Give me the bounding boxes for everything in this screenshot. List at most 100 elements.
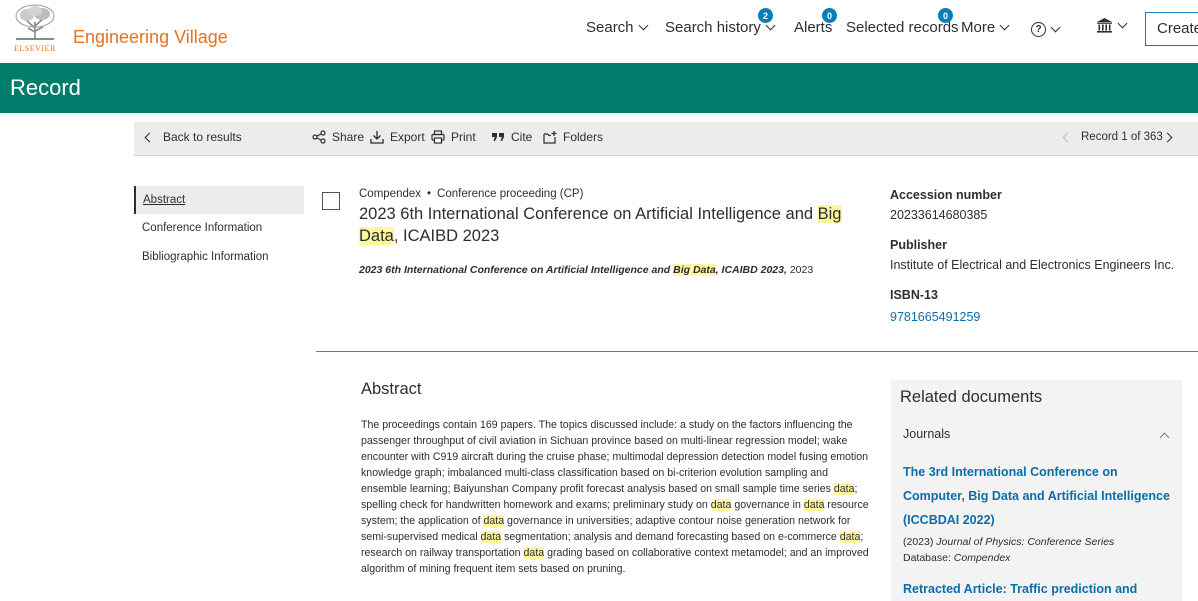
source-year: 2023 (786, 264, 814, 276)
isbn-label: ISBN-13 (890, 288, 938, 302)
sidebar-item-conference-information[interactable]: Conference Information (134, 214, 304, 242)
related-documents-panel: Related documents Journals The 3rd Inter… (891, 380, 1182, 601)
share-label: Share (332, 130, 365, 144)
journals-section-toggle[interactable]: Journals (903, 427, 950, 441)
search-term-highlight: data (480, 531, 502, 543)
abstract-segment: segmentation; analysis and demand foreca… (501, 531, 840, 543)
chevron-right-icon (1162, 132, 1173, 143)
nav-help[interactable]: ? (1031, 22, 1061, 37)
nav-search[interactable]: Search (586, 19, 648, 36)
related-document-source: Journal of Physics: Conference Series (936, 536, 1115, 548)
record-meta: Compendex • Conference proceeding (CP) (359, 188, 583, 200)
create-button[interactable]: Create (1145, 12, 1198, 46)
search-term-highlight: Data (359, 227, 394, 245)
selected-records-badge: 0 (938, 8, 953, 23)
page-title: Record (10, 75, 81, 100)
nav-search-history-label: Search history (665, 19, 761, 36)
source-title-text: , ICAIBD 2023, (715, 264, 787, 276)
nav-search-label: Search (586, 19, 634, 36)
chevron-down-icon (999, 20, 1010, 31)
print-button[interactable]: Print (431, 130, 476, 144)
related-documents-heading: Related documents (900, 388, 1043, 406)
folder-add-icon (543, 131, 557, 144)
related-document-db-label: Database: (903, 552, 951, 564)
record-banner: Record (0, 63, 1198, 113)
related-document-meta: (2023) Journal of Physics: Conference Se… (903, 534, 1114, 566)
quote-icon (492, 133, 504, 141)
institution-icon (1097, 18, 1112, 33)
search-term-highlight: data (803, 499, 825, 511)
search-term-highlight: data (710, 499, 732, 511)
back-to-results-link[interactable]: Back to results (144, 130, 242, 144)
related-document-link[interactable]: The 3rd International Conference on Comp… (903, 460, 1178, 532)
download-icon (370, 131, 384, 144)
search-history-badge: 2 (758, 8, 773, 23)
back-to-results-label: Back to results (163, 130, 242, 144)
chevron-left-icon (144, 132, 155, 142)
nav-selected-records[interactable]: Selected records 0 (846, 8, 959, 36)
abstract-text: The proceedings contain 169 papers. The … (361, 417, 873, 577)
search-term-highlight: data (839, 531, 861, 543)
previous-record-button[interactable] (1062, 132, 1073, 143)
meta-separator: • (427, 188, 432, 200)
publisher-value: Institute of Electrical and Electronics … (890, 258, 1175, 272)
related-document-db: Compendex (953, 552, 1011, 564)
nav-more[interactable]: More (961, 19, 1010, 36)
document-type: Conference proceeding (CP) (437, 188, 584, 200)
abstract-segment: governance in (731, 499, 804, 511)
chevron-left-icon (1062, 132, 1073, 143)
print-label: Print (451, 130, 476, 144)
select-record-checkbox[interactable] (322, 192, 340, 210)
related-document-year: (2023) (903, 536, 934, 548)
share-button[interactable]: Share (312, 130, 364, 144)
record-title-text: 2023 6th International Conference on Art… (359, 205, 818, 223)
elsevier-wordmark: ELSEVIER (14, 44, 56, 53)
elsevier-tree-icon (12, 4, 58, 42)
chevron-down-icon (638, 20, 648, 31)
accession-number-value: 20233614680385 (890, 208, 988, 222)
cite-button[interactable]: Cite (491, 130, 532, 144)
print-icon (431, 130, 445, 144)
sidebar-item-abstract[interactable]: Abstract (134, 186, 304, 214)
chevron-down-icon (1050, 22, 1061, 33)
isbn-link[interactable]: 9781665491259 (890, 310, 980, 324)
abstract-segment: The proceedings contain 169 papers. The … (361, 419, 869, 495)
search-term-highlight: data (523, 547, 545, 559)
folders-label: Folders (563, 130, 604, 144)
nav-search-history[interactable]: Search history 2 (665, 8, 776, 36)
export-label: Export (390, 130, 425, 144)
record-title-text: , ICAIBD 2023 (393, 227, 500, 245)
folders-button[interactable]: Folders (543, 130, 603, 144)
search-term-highlight: Big (817, 205, 842, 223)
search-term-highlight: data (483, 515, 505, 527)
record-position: Record 1 of 363 (1081, 131, 1163, 143)
source-title: 2023 6th International Conference on Art… (359, 264, 787, 276)
elsevier-logo[interactable]: ELSEVIER (12, 4, 60, 54)
related-document-link[interactable]: Retracted Article: Traffic prediction an… (903, 582, 1137, 596)
publisher-label: Publisher (890, 238, 947, 252)
search-term-highlight: Big Data (673, 264, 716, 276)
source-title-text: 2023 6th International Conference on Art… (359, 264, 674, 276)
chevron-down-icon (1117, 18, 1128, 29)
chevron-up-icon[interactable] (1159, 432, 1170, 443)
top-header: ELSEVIER Engineering Village Search Sear… (0, 0, 1198, 63)
next-record-button[interactable] (1162, 132, 1173, 143)
database-name: Compendex (359, 188, 422, 200)
alerts-badge: 0 (822, 8, 837, 23)
cite-label: Cite (511, 130, 533, 144)
share-icon (312, 130, 326, 144)
help-icon: ? (1031, 22, 1046, 37)
export-button[interactable]: Export (370, 130, 425, 144)
nav-institution[interactable] (1096, 17, 1128, 34)
nav-alerts[interactable]: Alerts 0 (794, 8, 837, 36)
accession-number-label: Accession number (890, 188, 1002, 202)
record-title: 2023 6th International Conference on Art… (359, 203, 859, 247)
abstract-heading: Abstract (361, 380, 422, 398)
record-source: 2023 6th International Conference on Art… (359, 264, 813, 276)
engineering-village-brand[interactable]: Engineering Village (73, 27, 228, 48)
record-toolbar: Back to results Share Export Print Cite (134, 122, 1198, 156)
sidebar-item-bibliographic-information[interactable]: Bibliographic Information (134, 243, 304, 271)
section-divider (316, 351, 1198, 352)
nav-more-label: More (961, 19, 996, 36)
search-term-highlight: data (833, 483, 855, 495)
